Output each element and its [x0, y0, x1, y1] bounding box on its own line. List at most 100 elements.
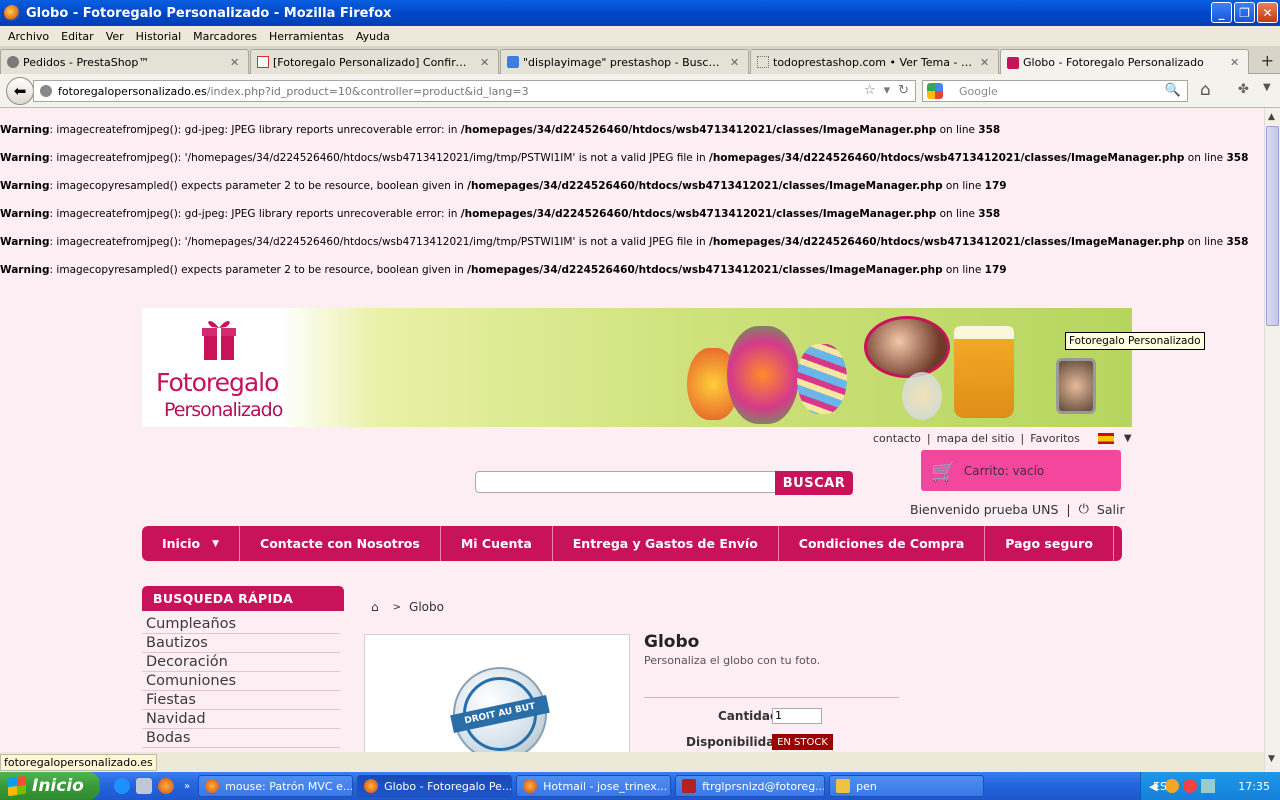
close-button[interactable]: ✕: [1257, 2, 1278, 23]
spain-flag-icon[interactable]: [1097, 433, 1114, 444]
task-mouse[interactable]: mouse: Patrón MVC e...: [198, 775, 354, 797]
menu-historial[interactable]: Historial: [130, 30, 187, 43]
sitemap-link[interactable]: mapa del sitio: [937, 432, 1015, 445]
status-bar: fotoregalopersonalizado.es: [0, 752, 1264, 772]
menu-ver[interactable]: Ver: [100, 30, 130, 43]
tab-close-icon[interactable]: ✕: [480, 56, 494, 69]
category-navidad[interactable]: Navidad: [142, 710, 340, 729]
tab-todoprestashop[interactable]: todoprestashop.com • Ver Tema - Proble..…: [750, 49, 999, 74]
category-comuniones[interactable]: Comuniones: [142, 672, 340, 691]
menu-archivo[interactable]: Archivo: [2, 30, 55, 43]
search-engine-bar[interactable]: Google 🔍: [922, 80, 1188, 102]
tab-pedidos[interactable]: Pedidos - PrestaShop™ ✕: [0, 49, 249, 74]
firefox-icon[interactable]: [158, 778, 174, 794]
nav-pago-seguro[interactable]: Pago seguro: [985, 526, 1114, 561]
nav-contacte[interactable]: Contacte con Nosotros: [240, 526, 441, 561]
page-icon: [757, 56, 769, 68]
product-description: Personaliza el globo con tu foto.: [644, 654, 821, 667]
banner-tooltip: Fotoregalo Personalizado: [1065, 332, 1205, 350]
breadcrumb: ⌂ > Globo: [371, 600, 444, 614]
home-icon[interactable]: ⌂: [371, 600, 379, 614]
divider: [644, 697, 899, 698]
tab-globo[interactable]: Globo - Fotoregalo Personalizado ✕: [1000, 49, 1249, 75]
tab-close-icon[interactable]: ✕: [980, 56, 994, 69]
search-icon[interactable]: 🔍: [1165, 83, 1181, 98]
start-button[interactable]: Inicio: [0, 772, 100, 800]
bookmark-star-icon[interactable]: ☆: [864, 83, 876, 98]
home-icon[interactable]: ⌂: [1200, 80, 1211, 100]
scroll-up-icon[interactable]: ▲: [1268, 112, 1275, 122]
back-button[interactable]: ⬅: [6, 77, 34, 105]
tab-close-icon[interactable]: ✕: [1230, 56, 1244, 69]
power-icon[interactable]: ⏻: [1079, 502, 1089, 517]
quantity-input[interactable]: 1: [772, 708, 822, 724]
contact-link[interactable]: contacto: [873, 432, 921, 445]
menu-herramientas[interactable]: Herramientas: [263, 30, 350, 43]
google-icon: [927, 83, 943, 99]
logout-link[interactable]: Salir: [1097, 502, 1125, 517]
nav-condiciones[interactable]: Condiciones de Compra: [779, 526, 986, 561]
menu-marcadores[interactable]: Marcadores: [187, 30, 263, 43]
cart-block[interactable]: 🛒 Carrito: vacío: [921, 450, 1121, 491]
tab-confirmacion[interactable]: [Fotoregalo Personalizado] Confirmación …: [250, 49, 499, 74]
product-image[interactable]: DROIT AU BUT: [364, 634, 630, 752]
scroll-down-icon[interactable]: ▼: [1268, 754, 1275, 764]
chevron-down-icon[interactable]: ▼: [1124, 433, 1132, 444]
minimize-button[interactable]: _: [1211, 2, 1232, 23]
tab-close-icon[interactable]: ✕: [730, 56, 744, 69]
menu-ayuda[interactable]: Ayuda: [350, 30, 396, 43]
firefox-icon: [364, 779, 379, 793]
vertical-scrollbar[interactable]: ▲ ▼: [1264, 108, 1280, 772]
task-filezilla[interactable]: ftrglprsnlzd@fotoreg...: [675, 775, 826, 797]
task-globo[interactable]: Globo - Fotoregalo Pe...: [357, 775, 513, 797]
tray-app-icon[interactable]: [1165, 779, 1180, 793]
addon-icon[interactable]: ✤: [1238, 82, 1249, 97]
scroll-thumb[interactable]: [1266, 126, 1279, 326]
reload-icon[interactable]: ↻: [898, 83, 909, 98]
url-bar[interactable]: fotoregalopersonalizado.es/index.php?id_…: [33, 80, 916, 102]
category-fiestas[interactable]: Fiestas: [142, 691, 340, 710]
favorites-link[interactable]: Favoritos: [1030, 432, 1080, 445]
category-decoracion[interactable]: Decoración: [142, 653, 340, 672]
category-cumpleanos[interactable]: Cumpleaños: [142, 615, 340, 634]
user-info: Bienvenido prueba UNS | ⏻ Salir: [910, 502, 1125, 517]
logo-text: Fotoregalo: [156, 368, 279, 397]
quick-launch: [114, 778, 174, 794]
category-bodas[interactable]: Bodas: [142, 729, 340, 748]
prestashop-icon: [7, 56, 19, 68]
menu-editar[interactable]: Editar: [55, 30, 100, 43]
tray-network-icon[interactable]: [1201, 779, 1216, 793]
welcome-text: Bienvenido prueba UNS: [910, 502, 1059, 517]
search-button[interactable]: BUSCAR: [775, 471, 853, 495]
task-pen[interactable]: pen: [829, 775, 985, 797]
maximize-button[interactable]: ❐: [1234, 2, 1255, 23]
site-search-input[interactable]: [475, 471, 777, 493]
category-bautizos[interactable]: Bautizos: [142, 634, 340, 653]
new-tab-button[interactable]: +: [1261, 51, 1274, 70]
category-list: Cumpleaños Bautizos Decoración Comunione…: [142, 615, 340, 748]
desktop-icon[interactable]: [136, 778, 152, 794]
ie-icon[interactable]: [114, 778, 130, 794]
url-domain: fotoregalopersonalizado.es: [58, 84, 207, 98]
clock[interactable]: 17:35: [1238, 780, 1270, 793]
dropdown-icon[interactable]: ▾: [884, 83, 891, 98]
php-warning: Warning: imagecreatefromjpeg(): '/homepa…: [0, 152, 1249, 164]
globe-icon: [40, 85, 52, 97]
window-controls: _ ❐ ✕: [1211, 2, 1278, 23]
chevron-right-icon[interactable]: »: [184, 781, 190, 792]
site-banner[interactable]: Fotoregalo Personalizado: [142, 308, 1132, 427]
tab-google-search[interactable]: "displayimage" prestashop - Buscar con G…: [500, 49, 749, 74]
url-path: /index.php?id_product=10&controller=prod…: [206, 84, 529, 98]
chevron-down-icon[interactable]: ▼: [1263, 82, 1271, 93]
nav-mi-cuenta[interactable]: Mi Cuenta: [441, 526, 553, 561]
nav-entrega[interactable]: Entrega y Gastos de Envío: [553, 526, 779, 561]
windows-taskbar: Inicio » mouse: Patrón MVC e... Globo - …: [0, 772, 1280, 800]
menu-bar: Archivo Editar Ver Historial Marcadores …: [0, 26, 1280, 46]
tab-close-icon[interactable]: ✕: [230, 56, 244, 69]
nav-inicio[interactable]: Inicio ▼: [142, 526, 241, 561]
navigation-bar: ⬅ fotoregalopersonalizado.es/index.php?i…: [0, 74, 1280, 108]
firefox-icon: [4, 5, 20, 21]
tray-antivirus-icon[interactable]: [1183, 779, 1198, 793]
task-hotmail[interactable]: Hotmail - jose_trinex...: [516, 775, 672, 797]
language-indicator[interactable]: ES: [1153, 780, 1167, 793]
